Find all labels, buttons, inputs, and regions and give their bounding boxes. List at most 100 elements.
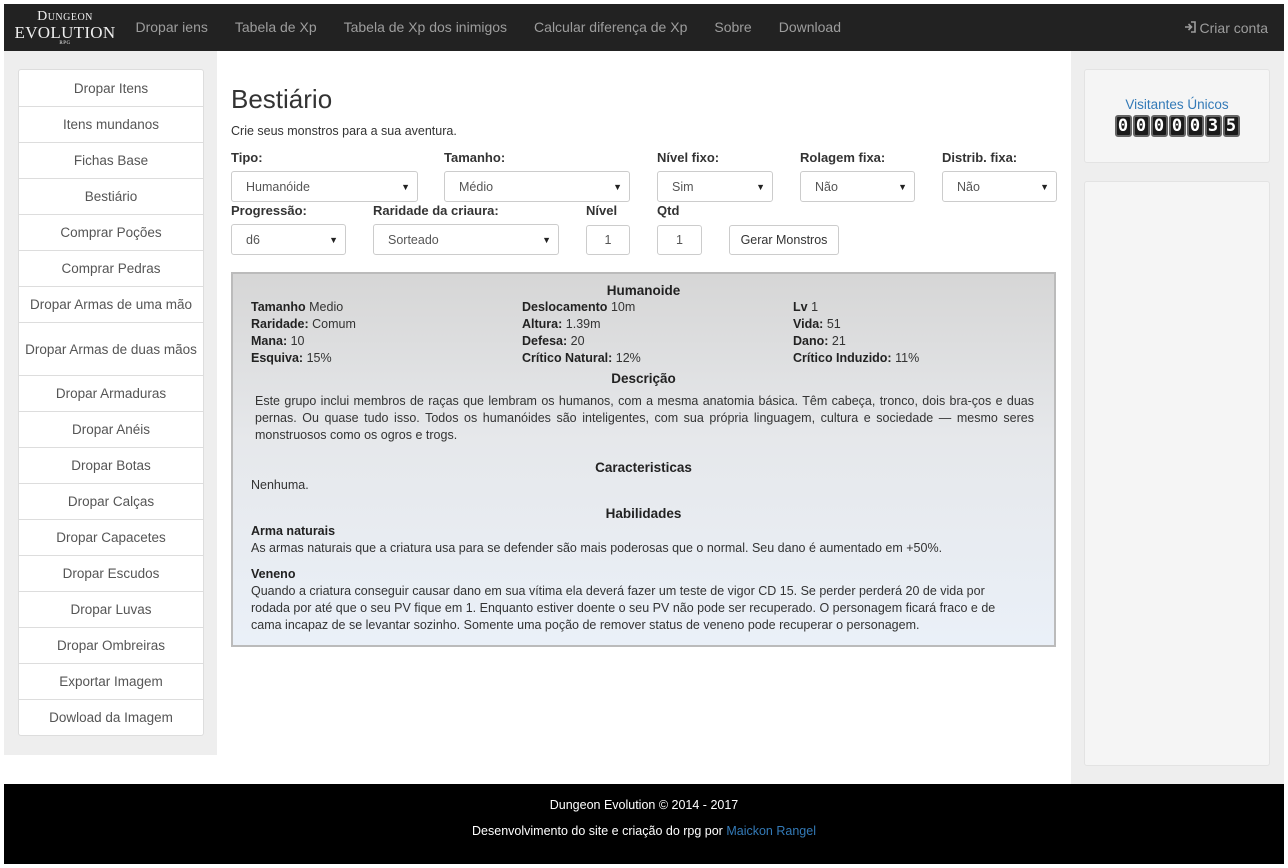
chevron-down-icon: ▼ bbox=[1040, 182, 1049, 192]
stat-defesa-label: Defesa: bbox=[522, 334, 568, 348]
stat-esquiva: Esquiva: 15% bbox=[251, 351, 332, 365]
nivel-fixo-select[interactable]: Sim ▼ bbox=[657, 171, 773, 202]
tamanho-select[interactable]: Médio ▼ bbox=[444, 171, 630, 202]
stat-tamanho-value: Medio bbox=[309, 300, 344, 314]
nav-link-calcular-xp[interactable]: Calcular diferença de Xp bbox=[521, 4, 701, 51]
habilidade-name: Arma naturais bbox=[251, 524, 336, 538]
ad-panel bbox=[1084, 181, 1270, 766]
habilidade-text: As armas naturais que a criatura usa par… bbox=[251, 541, 943, 555]
nav-link-tabela-xp-inimigos[interactable]: Tabela de Xp dos inimigos bbox=[330, 4, 520, 51]
nav-link-tabela-xp[interactable]: Tabela de Xp bbox=[221, 4, 330, 51]
chevron-down-icon: ▼ bbox=[542, 235, 551, 245]
stat-vida-label: Vida: bbox=[793, 317, 824, 331]
stat-vida: Vida: 51 bbox=[793, 317, 841, 331]
right-column: Visitantes Únicos 0 0 0 0 0 3 5 bbox=[1071, 51, 1284, 784]
sidebar-item-dropar-itens[interactable]: Dropar Itens bbox=[19, 70, 203, 106]
stat-altura: Altura: 1.39m bbox=[522, 317, 601, 331]
stat-critico-induzido: Crítico Induzido: 11% bbox=[793, 351, 919, 365]
chevron-down-icon: ▼ bbox=[329, 235, 338, 245]
sidebar-item-ombreiras[interactable]: Dropar Ombreiras bbox=[19, 627, 203, 663]
progressao-select[interactable]: d6 ▼ bbox=[231, 224, 346, 255]
sidebar-item-armas-duas-maos[interactable]: Dropar Armas de duas mãos bbox=[19, 322, 203, 375]
habilidade-name: Veneno bbox=[251, 567, 296, 581]
qtd-label: Qtd bbox=[657, 203, 680, 218]
sidebar-item-armas-uma-mao[interactable]: Dropar Armas de uma mão bbox=[19, 286, 203, 322]
footer-credits: Desenvolvimento do site e criação do rpg… bbox=[4, 824, 1284, 838]
gerar-monstros-button[interactable]: Gerar Monstros bbox=[729, 225, 839, 255]
stat-critico-induzido-label: Crítico Induzido: bbox=[793, 351, 892, 365]
nav-link-dropar-iens[interactable]: Dropar iens bbox=[122, 4, 221, 51]
stat-critico-induzido-value: 11% bbox=[895, 351, 920, 365]
page-subtitle: Crie seus monstros para a sua aventura. bbox=[231, 124, 457, 138]
footer-author-link[interactable]: Maickon Rangel bbox=[726, 824, 816, 838]
distrib-fixa-select-value: Não bbox=[957, 179, 980, 194]
left-sidebar: Dropar Itens Itens mundanos Fichas Base … bbox=[4, 51, 217, 755]
stat-raridade-label: Raridade: bbox=[251, 317, 309, 331]
counter-digit: 5 bbox=[1222, 115, 1240, 137]
counter-digit: 0 bbox=[1168, 115, 1186, 137]
progressao-select-value: d6 bbox=[246, 232, 260, 247]
signup-label: Criar conta bbox=[1199, 19, 1268, 36]
stat-lv-label: Lv bbox=[793, 300, 808, 314]
descricao-heading: Descrição bbox=[611, 371, 676, 386]
rolagem-fixa-select-value: Não bbox=[815, 179, 838, 194]
stat-esquiva-value: 15% bbox=[306, 351, 332, 365]
site-logo[interactable]: Dungeon EVOLUTION RPG bbox=[4, 4, 122, 51]
sidebar-item-exportar-imagem[interactable]: Exportar Imagem bbox=[19, 663, 203, 699]
habilidades-heading: Habilidades bbox=[605, 506, 682, 521]
sidebar-item-itens-mundanos[interactable]: Itens mundanos bbox=[19, 106, 203, 142]
sidebar-item-escudos[interactable]: Dropar Escudos bbox=[19, 555, 203, 591]
nav-link-download[interactable]: Download bbox=[765, 4, 854, 51]
stat-altura-value: 1.39m bbox=[565, 317, 601, 331]
qtd-input[interactable]: 1 bbox=[657, 225, 702, 255]
sidebar-item-aneis[interactable]: Dropar Anéis bbox=[19, 411, 203, 447]
stat-critico-natural-value: 12% bbox=[615, 351, 641, 365]
footer-credits-text: Desenvolvimento do site e criação do rpg… bbox=[472, 824, 723, 838]
nivel-input[interactable]: 1 bbox=[586, 225, 630, 255]
logo-line-1: Dungeon bbox=[37, 8, 93, 24]
sidebar-item-download-imagem[interactable]: Dowload da Imagem bbox=[19, 699, 203, 735]
visitor-counter: 0 0 0 0 0 3 5 bbox=[1114, 115, 1240, 137]
stat-defesa: Defesa: 20 bbox=[522, 334, 585, 348]
nav-link-sobre[interactable]: Sobre bbox=[701, 4, 765, 51]
distrib-fixa-select[interactable]: Não ▼ bbox=[942, 171, 1057, 202]
visitors-label[interactable]: Visitantes Únicos bbox=[1085, 97, 1269, 112]
stat-tamanho: Tamanho Medio bbox=[251, 300, 343, 314]
stat-critico-natural-label: Crítico Natural: bbox=[522, 351, 613, 365]
stat-deslocamento: Deslocamento 10m bbox=[522, 300, 635, 314]
sidebar-item-luvas[interactable]: Dropar Luvas bbox=[19, 591, 203, 627]
sidebar-item-bestiario[interactable]: Bestiário bbox=[19, 178, 203, 214]
sidebar-item-capacetes[interactable]: Dropar Capacetes bbox=[19, 519, 203, 555]
sidebar-item-botas[interactable]: Dropar Botas bbox=[19, 447, 203, 483]
chevron-down-icon: ▼ bbox=[401, 182, 410, 192]
stat-raridade-value: Comum bbox=[312, 317, 356, 331]
monster-name: Humanoide bbox=[606, 283, 681, 298]
stat-critico-natural: Crítico Natural: 12% bbox=[522, 351, 641, 365]
sidebar-item-comprar-pocoes[interactable]: Comprar Poções bbox=[19, 214, 203, 250]
raridade-select-value: Sorteado bbox=[388, 232, 439, 247]
sidebar-item-armaduras[interactable]: Dropar Armaduras bbox=[19, 375, 203, 411]
nivel-label: Nível bbox=[586, 203, 618, 218]
nivel-fixo-select-value: Sim bbox=[672, 179, 694, 194]
rolagem-fixa-select[interactable]: Não ▼ bbox=[800, 171, 915, 202]
stat-defesa-value: 20 bbox=[570, 334, 585, 348]
stat-mana-label: Mana: bbox=[251, 334, 288, 348]
stat-raridade: Raridade: Comum bbox=[251, 317, 356, 331]
footer: Dungeon Evolution © 2014 - 2017 Desenvol… bbox=[4, 784, 1284, 864]
sidebar-item-fichas-base[interactable]: Fichas Base bbox=[19, 142, 203, 178]
raridade-select[interactable]: Sorteado ▼ bbox=[373, 224, 559, 255]
tipo-select-value: Humanóide bbox=[246, 179, 310, 194]
habilidade-text: Quando a criatura conseguir causar dano … bbox=[251, 584, 996, 632]
stat-vida-value: 51 bbox=[826, 317, 841, 331]
page-title: Bestiário bbox=[231, 84, 333, 114]
tipo-select[interactable]: Humanóide ▼ bbox=[231, 171, 418, 202]
counter-digit: 0 bbox=[1186, 115, 1204, 137]
stat-mana: Mana: 10 bbox=[251, 334, 305, 348]
top-navbar: Dungeon EVOLUTION RPG Dropar iens Tabela… bbox=[4, 4, 1284, 51]
stat-lv-value: 1 bbox=[811, 300, 819, 314]
raridade-label: Raridade da criaura: bbox=[373, 203, 499, 218]
footer-copyright: Dungeon Evolution © 2014 - 2017 bbox=[549, 798, 739, 812]
sidebar-item-calcas[interactable]: Dropar Calças bbox=[19, 483, 203, 519]
sidebar-item-comprar-pedras[interactable]: Comprar Pedras bbox=[19, 250, 203, 286]
signup-link[interactable]: Criar conta bbox=[1184, 20, 1284, 36]
